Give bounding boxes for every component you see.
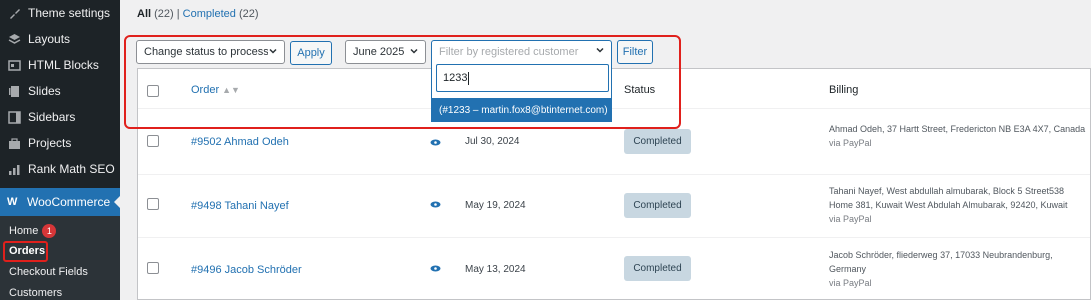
sidebar-item-projects[interactable]: Projects bbox=[0, 130, 120, 156]
sidebars-icon bbox=[7, 110, 21, 124]
row-checkbox[interactable] bbox=[147, 198, 159, 210]
preview-eye-icon[interactable] bbox=[430, 265, 441, 272]
order-date: May 13, 2024 bbox=[465, 264, 526, 275]
submenu-item-home[interactable]: Home 1 bbox=[9, 224, 57, 238]
sidebar-item-woocommerce[interactable]: W WooCommerce bbox=[0, 188, 120, 216]
sidebar-item-layouts[interactable]: Layouts bbox=[0, 26, 120, 52]
sidebar-item-theme-settings[interactable]: Theme settings bbox=[0, 0, 120, 26]
billing-address: Jacob Schröder, fliederweg 37, 17033 Neu… bbox=[829, 250, 1053, 288]
order-date: May 19, 2024 bbox=[465, 200, 526, 211]
column-header-billing: Billing bbox=[829, 84, 859, 96]
html-blocks-icon bbox=[7, 58, 21, 72]
billing-address: Ahmad Odeh, 37 Hartt Street, Fredericton… bbox=[829, 124, 1086, 148]
order-link[interactable]: #9498 Tahani Nayef bbox=[191, 200, 289, 212]
order-date: Jul 30, 2024 bbox=[465, 136, 520, 147]
sidebar-item-rank-math-seo[interactable]: Rank Math SEO bbox=[0, 156, 120, 182]
status-badge: Completed bbox=[624, 129, 691, 154]
layers-icon bbox=[7, 32, 21, 46]
sidebar-item-html-blocks[interactable]: HTML Blocks bbox=[0, 52, 120, 78]
filter-all[interactable]: All (22) bbox=[137, 8, 174, 20]
filter-completed[interactable]: Completed (22) bbox=[183, 8, 259, 20]
status-badge: Completed bbox=[624, 193, 691, 218]
row-checkbox[interactable] bbox=[147, 135, 159, 147]
orders-annotation-box bbox=[3, 241, 48, 262]
row-divider bbox=[138, 174, 1090, 175]
sidebar-item-sidebars[interactable]: Sidebars bbox=[0, 104, 120, 130]
admin-sidebar: Theme settings Layouts HTML Blocks Slide… bbox=[0, 0, 120, 300]
projects-icon bbox=[7, 136, 21, 150]
preview-eye-icon[interactable] bbox=[430, 139, 441, 146]
slides-icon bbox=[7, 84, 21, 98]
submenu-item-customers[interactable]: Customers bbox=[9, 287, 62, 299]
status-badge: Completed bbox=[624, 256, 691, 281]
woo-icon: W bbox=[7, 196, 18, 208]
billing-address: Tahani Nayef, West abdullah almubarak, B… bbox=[829, 186, 1068, 224]
order-link[interactable]: #9496 Jacob Schröder bbox=[191, 264, 302, 276]
preview-eye-icon[interactable] bbox=[430, 201, 441, 208]
row-divider bbox=[138, 237, 1090, 238]
submenu-item-checkout-fields[interactable]: Checkout Fields bbox=[9, 266, 88, 278]
row-checkbox[interactable] bbox=[147, 262, 159, 274]
brush-icon bbox=[7, 6, 21, 20]
sidebar-item-slides[interactable]: Slides bbox=[0, 78, 120, 104]
filter-annotation-box bbox=[124, 35, 681, 129]
chart-icon bbox=[7, 162, 21, 176]
order-link[interactable]: #9502 Ahmad Odeh bbox=[191, 136, 289, 148]
notification-badge: 1 bbox=[42, 224, 57, 238]
status-filter-links: All (22) | Completed (22) bbox=[137, 8, 259, 20]
